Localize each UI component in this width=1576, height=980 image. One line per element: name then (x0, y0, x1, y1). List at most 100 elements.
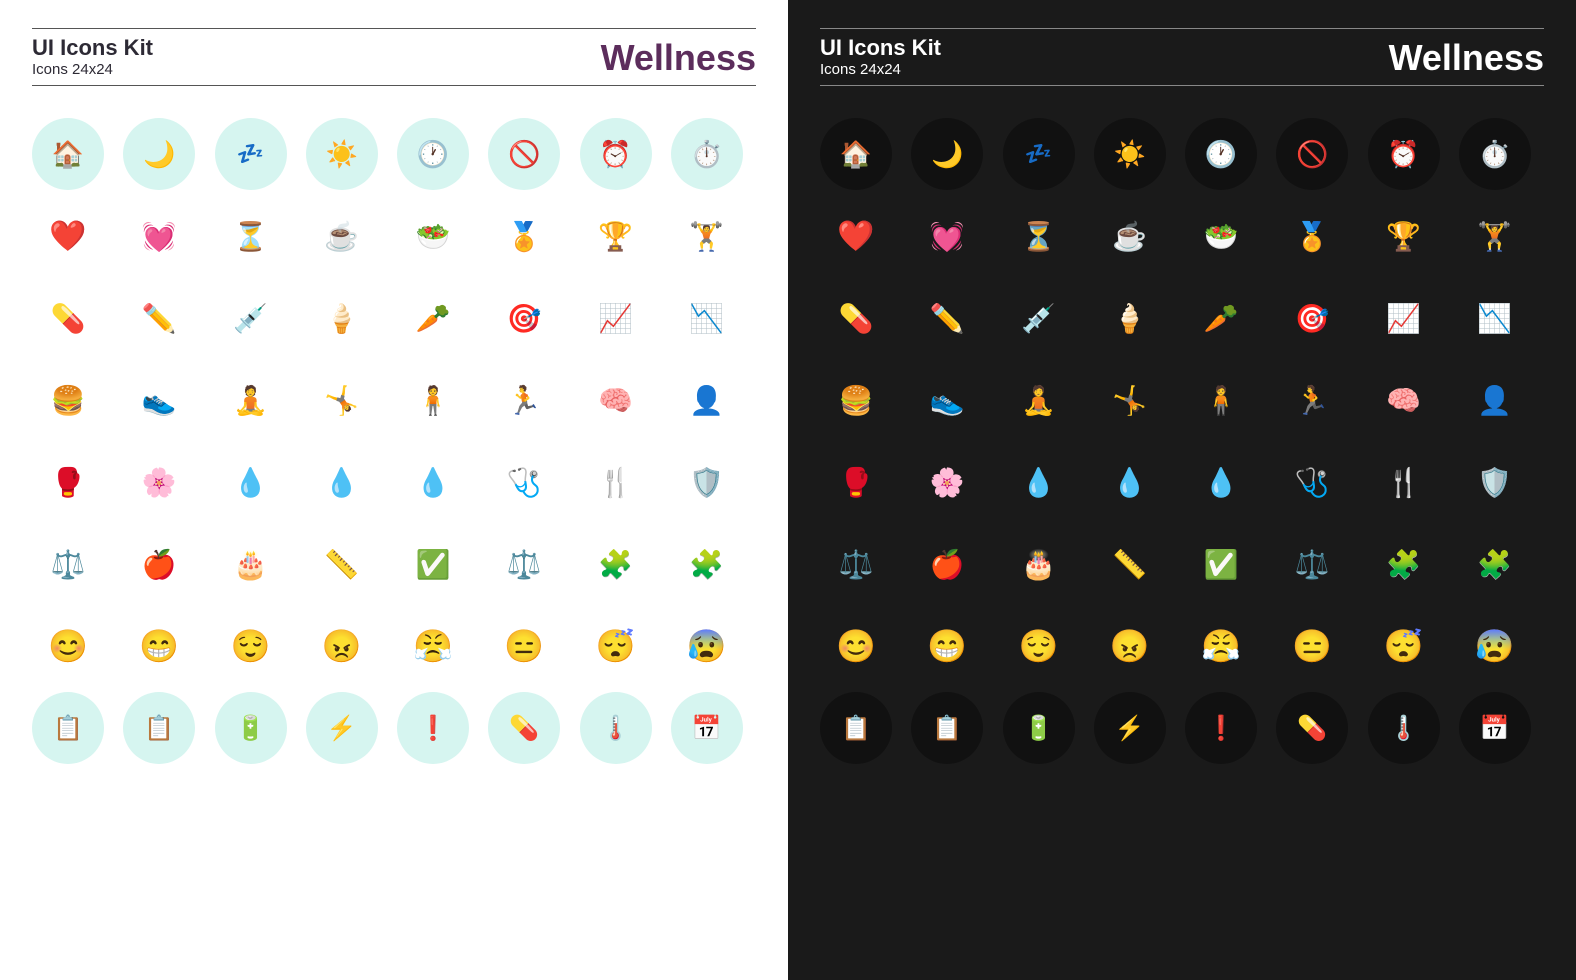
icon-battery-lock: 🔋 (215, 692, 287, 764)
icon-checklist: 📋 (32, 692, 104, 764)
icon-run: 🏃 (488, 364, 560, 436)
dark-icon-salad: 🥗 (1185, 200, 1257, 272)
light-kit-title-block: UI Icons Kit Icons 24x24 (32, 35, 153, 79)
icon-weights: 🏋️ (671, 200, 743, 272)
light-wellness-label: Wellness (601, 37, 756, 79)
dark-icon-apple: 🍎 (911, 528, 983, 600)
dark-icon-check-scale: ✅ (1185, 528, 1257, 600)
dark-icon-moon: 🌙 (911, 118, 983, 190)
dark-icon-fork-knife: 🍴 (1368, 446, 1440, 518)
dark-icon-flower: 🌸 (911, 446, 983, 518)
dark-icon-burger: 🍔 (820, 364, 892, 436)
dark-bottom-line (820, 85, 1544, 86)
icon-mind: 🧠 (580, 364, 652, 436)
icon-pill: 💊 (32, 282, 104, 354)
icon-cake: 🎂 (215, 528, 287, 600)
icon-hourglass: ⏳ (215, 200, 287, 272)
icon-happy: 😌 (215, 610, 287, 682)
dark-icon-medal: 🏅 (1276, 200, 1348, 272)
icon-heartbeat: 💓 (123, 200, 195, 272)
icon-angry: 😠 (306, 610, 378, 682)
icon-clock: 🕐 (397, 118, 469, 190)
dark-icon-calendar-heart: 📅 (1459, 692, 1531, 764)
icon-glove: 🥊 (32, 446, 104, 518)
icon-salad: 🥗 (397, 200, 469, 272)
dark-kit-title: UI Icons Kit (820, 35, 941, 61)
dark-icon-run: 🏃 (1276, 364, 1348, 436)
light-panel: UI Icons Kit Icons 24x24 Wellness 🏠 🌙 💤 … (0, 0, 788, 980)
dark-icon-sleep: 💤 (1003, 118, 1075, 190)
icon-stopwatch: ⏱️ (671, 118, 743, 190)
dark-icon-chart-down: 📉 (1459, 282, 1531, 354)
dark-icon-no: 🚫 (1276, 118, 1348, 190)
dark-icon-angry: 😠 (1094, 610, 1166, 682)
icon-apple: 🍎 (123, 528, 195, 600)
icon-icecream: 🍦 (306, 282, 378, 354)
dark-icon-clipboard-heart: 📋 (911, 692, 983, 764)
dark-icon-cake: 🎂 (1003, 528, 1075, 600)
icon-head: 👤 (671, 364, 743, 436)
dark-icon-laugh: 😁 (911, 610, 983, 682)
icon-pencil: ✏️ (123, 282, 195, 354)
icon-frustrated: 😤 (397, 610, 469, 682)
icon-stethoscope: 🩺 (488, 446, 560, 518)
icon-flower: 🌸 (123, 446, 195, 518)
dark-icon-stopwatch: ⏱️ (1459, 118, 1531, 190)
icon-target: 🎯 (488, 282, 560, 354)
icon-fork-knife: 🍴 (580, 446, 652, 518)
dark-icon-home: 🏠 (820, 118, 892, 190)
light-kit-title: UI Icons Kit (32, 35, 153, 61)
icon-drop3: 💧 (397, 446, 469, 518)
icon-sun: ☀️ (306, 118, 378, 190)
dark-icon-heartbeat: 💓 (911, 200, 983, 272)
dark-icon-trophy: 🏆 (1368, 200, 1440, 272)
dark-icon-drop2: 💧 (1094, 446, 1166, 518)
dark-icon-pencil: ✏️ (911, 282, 983, 354)
icon-alarm: ⏰ (580, 118, 652, 190)
dark-icon-meditate: 🧘 (1003, 364, 1075, 436)
icon-puzzle: 🧩 (580, 528, 652, 600)
dark-icon-mind: 🧠 (1368, 364, 1440, 436)
icon-puzzle2: 🧩 (671, 528, 743, 600)
icon-alert: ❗ (397, 692, 469, 764)
dark-icon-puzzle2: 🧩 (1459, 528, 1531, 600)
icon-medicine-bottle: 💊 (488, 692, 560, 764)
icon-smile: 😊 (32, 610, 104, 682)
dark-icons-grid: 🏠 🌙 💤 ☀️ 🕐 🚫 ⏰ ⏱️ ❤️ 💓 ⏳ ☕ 🥗 🏅 🏆 🏋️ 💊 ✏️… (820, 104, 1544, 952)
icon-drop2: 💧 (306, 446, 378, 518)
icon-no: 🚫 (488, 118, 560, 190)
icon-clipboard-heart: 📋 (123, 692, 195, 764)
icon-meditate: 🧘 (215, 364, 287, 436)
icon-syringe: 💉 (215, 282, 287, 354)
icon-chart-down: 📉 (671, 282, 743, 354)
icon-sleep: 💤 (215, 118, 287, 190)
dark-icon-neutral: 😑 (1276, 610, 1348, 682)
dark-icon-alert: ❗ (1185, 692, 1257, 764)
icon-thermometer: 🌡️ (580, 692, 652, 764)
icon-heart: ❤️ (32, 200, 104, 272)
dark-icon-sun: ☀️ (1094, 118, 1166, 190)
dark-icon-sleepy: 😴 (1368, 610, 1440, 682)
dark-icon-clock: 🕐 (1185, 118, 1257, 190)
icon-neutral: 😑 (488, 610, 560, 682)
icon-laugh: 😁 (123, 610, 195, 682)
dark-icon-glove: 🥊 (820, 446, 892, 518)
icon-sweat: 😰 (671, 610, 743, 682)
icon-balance: 🧍 (397, 364, 469, 436)
light-bottom-line (32, 85, 756, 86)
dark-icon-happy: 😌 (1003, 610, 1075, 682)
dark-icon-ruler: 📏 (1094, 528, 1166, 600)
icon-ruler: 📏 (306, 528, 378, 600)
light-icons-grid: 🏠 🌙 💤 ☀️ 🕐 🚫 ⏰ ⏱️ ❤️ 💓 ⏳ ☕ 🥗 🏅 🏆 🏋️ 💊 ✏️… (32, 104, 756, 952)
icon-sleepy: 😴 (580, 610, 652, 682)
dark-icon-coffee: ☕ (1094, 200, 1166, 272)
dark-icon-icecream: 🍦 (1094, 282, 1166, 354)
light-top-line (32, 28, 756, 29)
dark-icon-heart: ❤️ (820, 200, 892, 272)
dark-icon-smile: 😊 (820, 610, 892, 682)
dark-icon-alarm: ⏰ (1368, 118, 1440, 190)
light-header: UI Icons Kit Icons 24x24 Wellness (32, 28, 756, 86)
dark-icon-hourglass: ⏳ (1003, 200, 1075, 272)
dark-icon-drop3: 💧 (1185, 446, 1257, 518)
icon-carrot: 🥕 (397, 282, 469, 354)
